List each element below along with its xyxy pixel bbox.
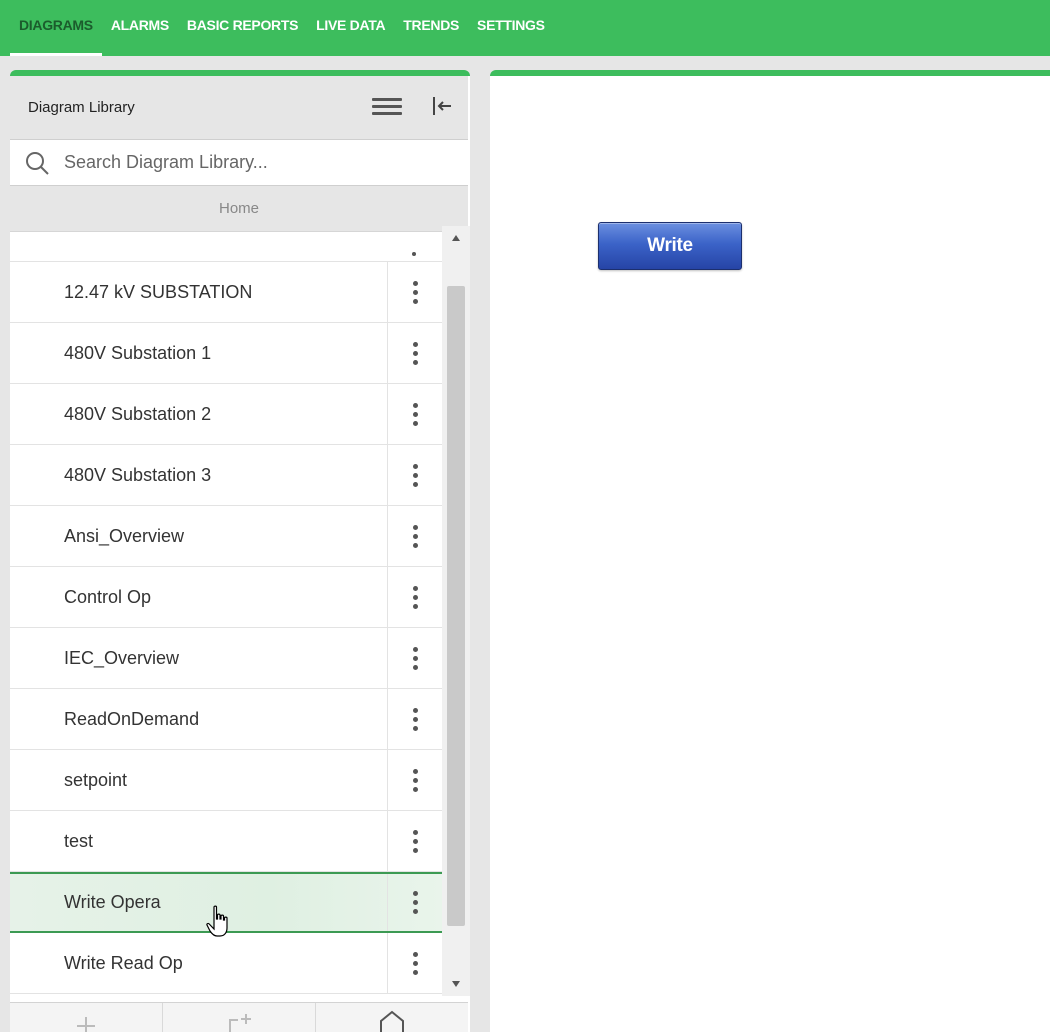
list-item[interactable]: Control Op [10,567,442,628]
list-item-label: Control Op [64,586,152,607]
list-item-label: 480V Substation 1 [64,342,212,363]
tab-alarms[interactable]: ALARMS [102,0,178,56]
breadcrumb-home[interactable]: Home [219,200,259,217]
list-item[interactable]: IEC_Overview [10,628,442,689]
add-folder-icon [229,1013,251,1032]
list-item-label: 480V Substation 3 [64,464,212,485]
list-item-label: IEC_Overview [64,647,180,668]
tab-basic-reports[interactable]: BASIC REPORTS [178,0,307,56]
list-item[interactable]: Ansi_Overview [10,506,442,567]
more-options-icon[interactable] [387,323,442,383]
more-options-icon[interactable] [387,445,442,505]
collapse-left-icon[interactable] [430,94,460,122]
list-item[interactable]: ReadOnDemand [10,689,442,750]
list-item-label: 480V Substation 2 [64,403,212,424]
library-search [10,140,468,186]
diagram-list: 12.47 kV SUBSTATION 480V Substation 1 48… [10,232,442,1002]
home-button[interactable] [316,1003,468,1032]
list-item[interactable]: 12.47 kV SUBSTATION [10,262,442,323]
list-item-label: Write Opera [64,892,161,912]
search-input[interactable] [64,152,444,173]
more-options-icon[interactable] [387,262,442,322]
scroll-down-arrow-icon[interactable] [442,972,470,996]
more-options-icon[interactable] [387,384,442,444]
list-item-label: Ansi_Overview [64,525,185,546]
list-item-partial [10,232,442,262]
list-scrollbar[interactable] [442,226,470,996]
list-item-label: setpoint [64,769,128,790]
more-options-icon[interactable] [387,506,442,566]
tab-trends[interactable]: TRENDS [394,0,468,56]
add-icon [77,1016,95,1032]
breadcrumb: Home [10,186,468,232]
search-icon [26,151,49,175]
hand-pointer-cursor-icon [206,905,228,937]
scroll-thumb[interactable] [447,286,465,926]
home-icon [380,1010,404,1032]
list-item[interactable]: Write Read Op [10,933,442,994]
list-item-label: ReadOnDemand [64,708,200,729]
list-item-label: test [64,830,94,851]
tab-settings[interactable]: SETTINGS [468,0,554,56]
top-navigation: DIAGRAMS ALARMS BASIC REPORTS LIVE DATA … [0,0,1050,56]
library-footer-toolbar [10,1002,468,1032]
list-item-label: Write Read Op [64,952,183,973]
list-item[interactable]: setpoint [10,750,442,811]
list-item[interactable]: 480V Substation 1 [10,323,442,384]
more-options-icon[interactable] [387,689,442,749]
add-button[interactable] [10,1003,163,1032]
list-item[interactable]: test [10,811,442,872]
library-title: Diagram Library [28,99,135,116]
scroll-up-arrow-icon[interactable] [442,226,470,250]
list-item-label: 12.47 kV SUBSTATION [64,281,253,302]
hamburger-menu-icon[interactable] [372,98,402,118]
more-options-icon[interactable] [387,628,442,688]
add-folder-button[interactable] [163,1003,316,1032]
diagram-canvas: Write [490,70,1050,1032]
more-options-icon[interactable] [387,811,442,871]
more-options-icon[interactable] [387,567,442,627]
list-item[interactable]: 480V Substation 2 [10,384,442,445]
tab-diagrams[interactable]: DIAGRAMS [10,0,102,56]
more-options-icon[interactable] [387,933,442,993]
diagram-library-panel: Diagram Library Home 12.47 kV SUBSTATION [10,70,470,1032]
more-options-icon[interactable] [387,750,442,810]
library-header: Diagram Library [10,76,468,140]
write-button[interactable]: Write [598,222,742,270]
more-options-icon[interactable] [387,874,442,931]
tab-live-data[interactable]: LIVE DATA [307,0,394,56]
list-item[interactable]: 480V Substation 3 [10,445,442,506]
